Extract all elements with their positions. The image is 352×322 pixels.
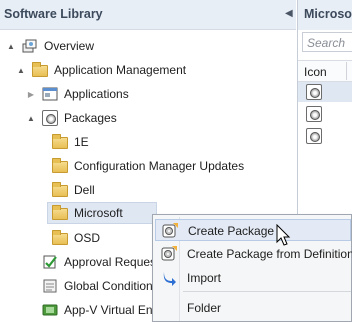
tree-item-label: App-V Virtual Env — [64, 303, 159, 317]
tree-item-approval-requests[interactable]: Approval Reques — [42, 251, 156, 273]
tree-item-1e[interactable]: 1E — [52, 131, 89, 153]
tree-item-label: Packages — [64, 111, 117, 125]
tree-item-application-management[interactable]: ▲ Application Management — [16, 59, 186, 81]
search-input[interactable]: Search — [302, 32, 352, 52]
menu-item-folder[interactable]: Folder — [155, 297, 351, 319]
navigation-pane-header: Software Library ◀ — [0, 0, 296, 30]
tree-item-microsoft[interactable]: Microsoft — [47, 202, 157, 224]
tree-item-label: Overview — [44, 39, 95, 53]
menu-separator — [183, 291, 351, 292]
collapse-pane-icon[interactable]: ◀ — [285, 8, 293, 19]
create-package-icon — [162, 223, 178, 239]
expand-icon[interactable]: ▲ — [16, 66, 26, 75]
package-definition-icon — [161, 246, 177, 262]
tree-item-app-v-virtual-environments[interactable]: App-V Virtual Env — [42, 299, 159, 321]
app-v-icon — [42, 302, 58, 318]
tree-item-label: Global Condition — [64, 279, 153, 293]
tree-item-label: Applications — [64, 87, 129, 101]
expand-icon[interactable]: ▲ — [26, 114, 36, 123]
tree-item-overview[interactable]: ▲ Overview — [6, 35, 94, 57]
folder-icon — [52, 205, 68, 220]
expand-icon[interactable]: ▶ — [26, 90, 36, 99]
tree-item-global-conditions[interactable]: Global Condition — [42, 275, 153, 297]
search-placeholder: Search — [307, 36, 346, 50]
import-arrow-icon — [161, 270, 177, 286]
global-conditions-icon — [42, 278, 58, 294]
details-pane-title: Microsoft — [304, 7, 352, 21]
folder-icon — [52, 134, 68, 149]
package-icon — [42, 110, 58, 126]
expand-icon[interactable]: ▲ — [6, 42, 16, 51]
folder-icon — [52, 158, 68, 173]
approval-icon — [42, 254, 58, 270]
column-separator[interactable] — [346, 62, 347, 80]
tree-item-applications[interactable]: ▶ Applications — [26, 83, 129, 105]
tree-item-osd[interactable]: OSD — [52, 227, 100, 249]
tree-item-label: Approval Reques — [64, 255, 157, 269]
menu-item-label: Folder — [187, 301, 222, 315]
tree-item-dell[interactable]: Dell — [52, 179, 95, 201]
package-icon — [306, 84, 322, 100]
column-header-label: Icon — [304, 65, 327, 79]
table-row[interactable] — [298, 126, 352, 146]
menu-item-import[interactable]: Import — [155, 267, 351, 289]
folder-icon — [52, 182, 68, 197]
folder-icon — [52, 230, 68, 245]
menu-item-label: Create Package from Definition — [187, 247, 352, 261]
menu-item-label: Import — [187, 271, 222, 285]
menu-item-label: Create Package — [188, 224, 275, 238]
folder-icon — [32, 62, 48, 77]
tree-item-configuration-manager-updates[interactable]: Configuration Manager Updates — [52, 155, 244, 177]
context-menu: Create Package Create Package from Defin… — [152, 214, 352, 322]
tree-item-label: Application Management — [54, 63, 187, 77]
pane-title: Software Library — [4, 7, 103, 21]
tree-item-label: 1E — [74, 135, 89, 149]
tree-item-label: Microsoft — [74, 206, 123, 220]
package-icon — [306, 128, 322, 144]
applications-icon — [42, 86, 58, 102]
overview-icon — [22, 38, 38, 54]
tree-item-label: Configuration Manager Updates — [74, 159, 245, 173]
table-row[interactable] — [298, 82, 352, 102]
tree-item-label: Dell — [74, 183, 95, 197]
mouse-cursor-icon — [276, 224, 291, 246]
table-row[interactable] — [298, 104, 352, 124]
menu-item-create-package-from-definition[interactable]: Create Package from Definition — [155, 243, 352, 265]
menu-item-create-package[interactable]: Create Package — [155, 219, 351, 241]
details-pane-header: Microsoft — [298, 0, 352, 30]
tree-item-packages[interactable]: ▲ Packages — [26, 107, 117, 129]
package-icon — [306, 106, 322, 122]
tree-item-label: OSD — [74, 231, 101, 245]
column-header-icon[interactable]: Icon — [298, 60, 352, 82]
